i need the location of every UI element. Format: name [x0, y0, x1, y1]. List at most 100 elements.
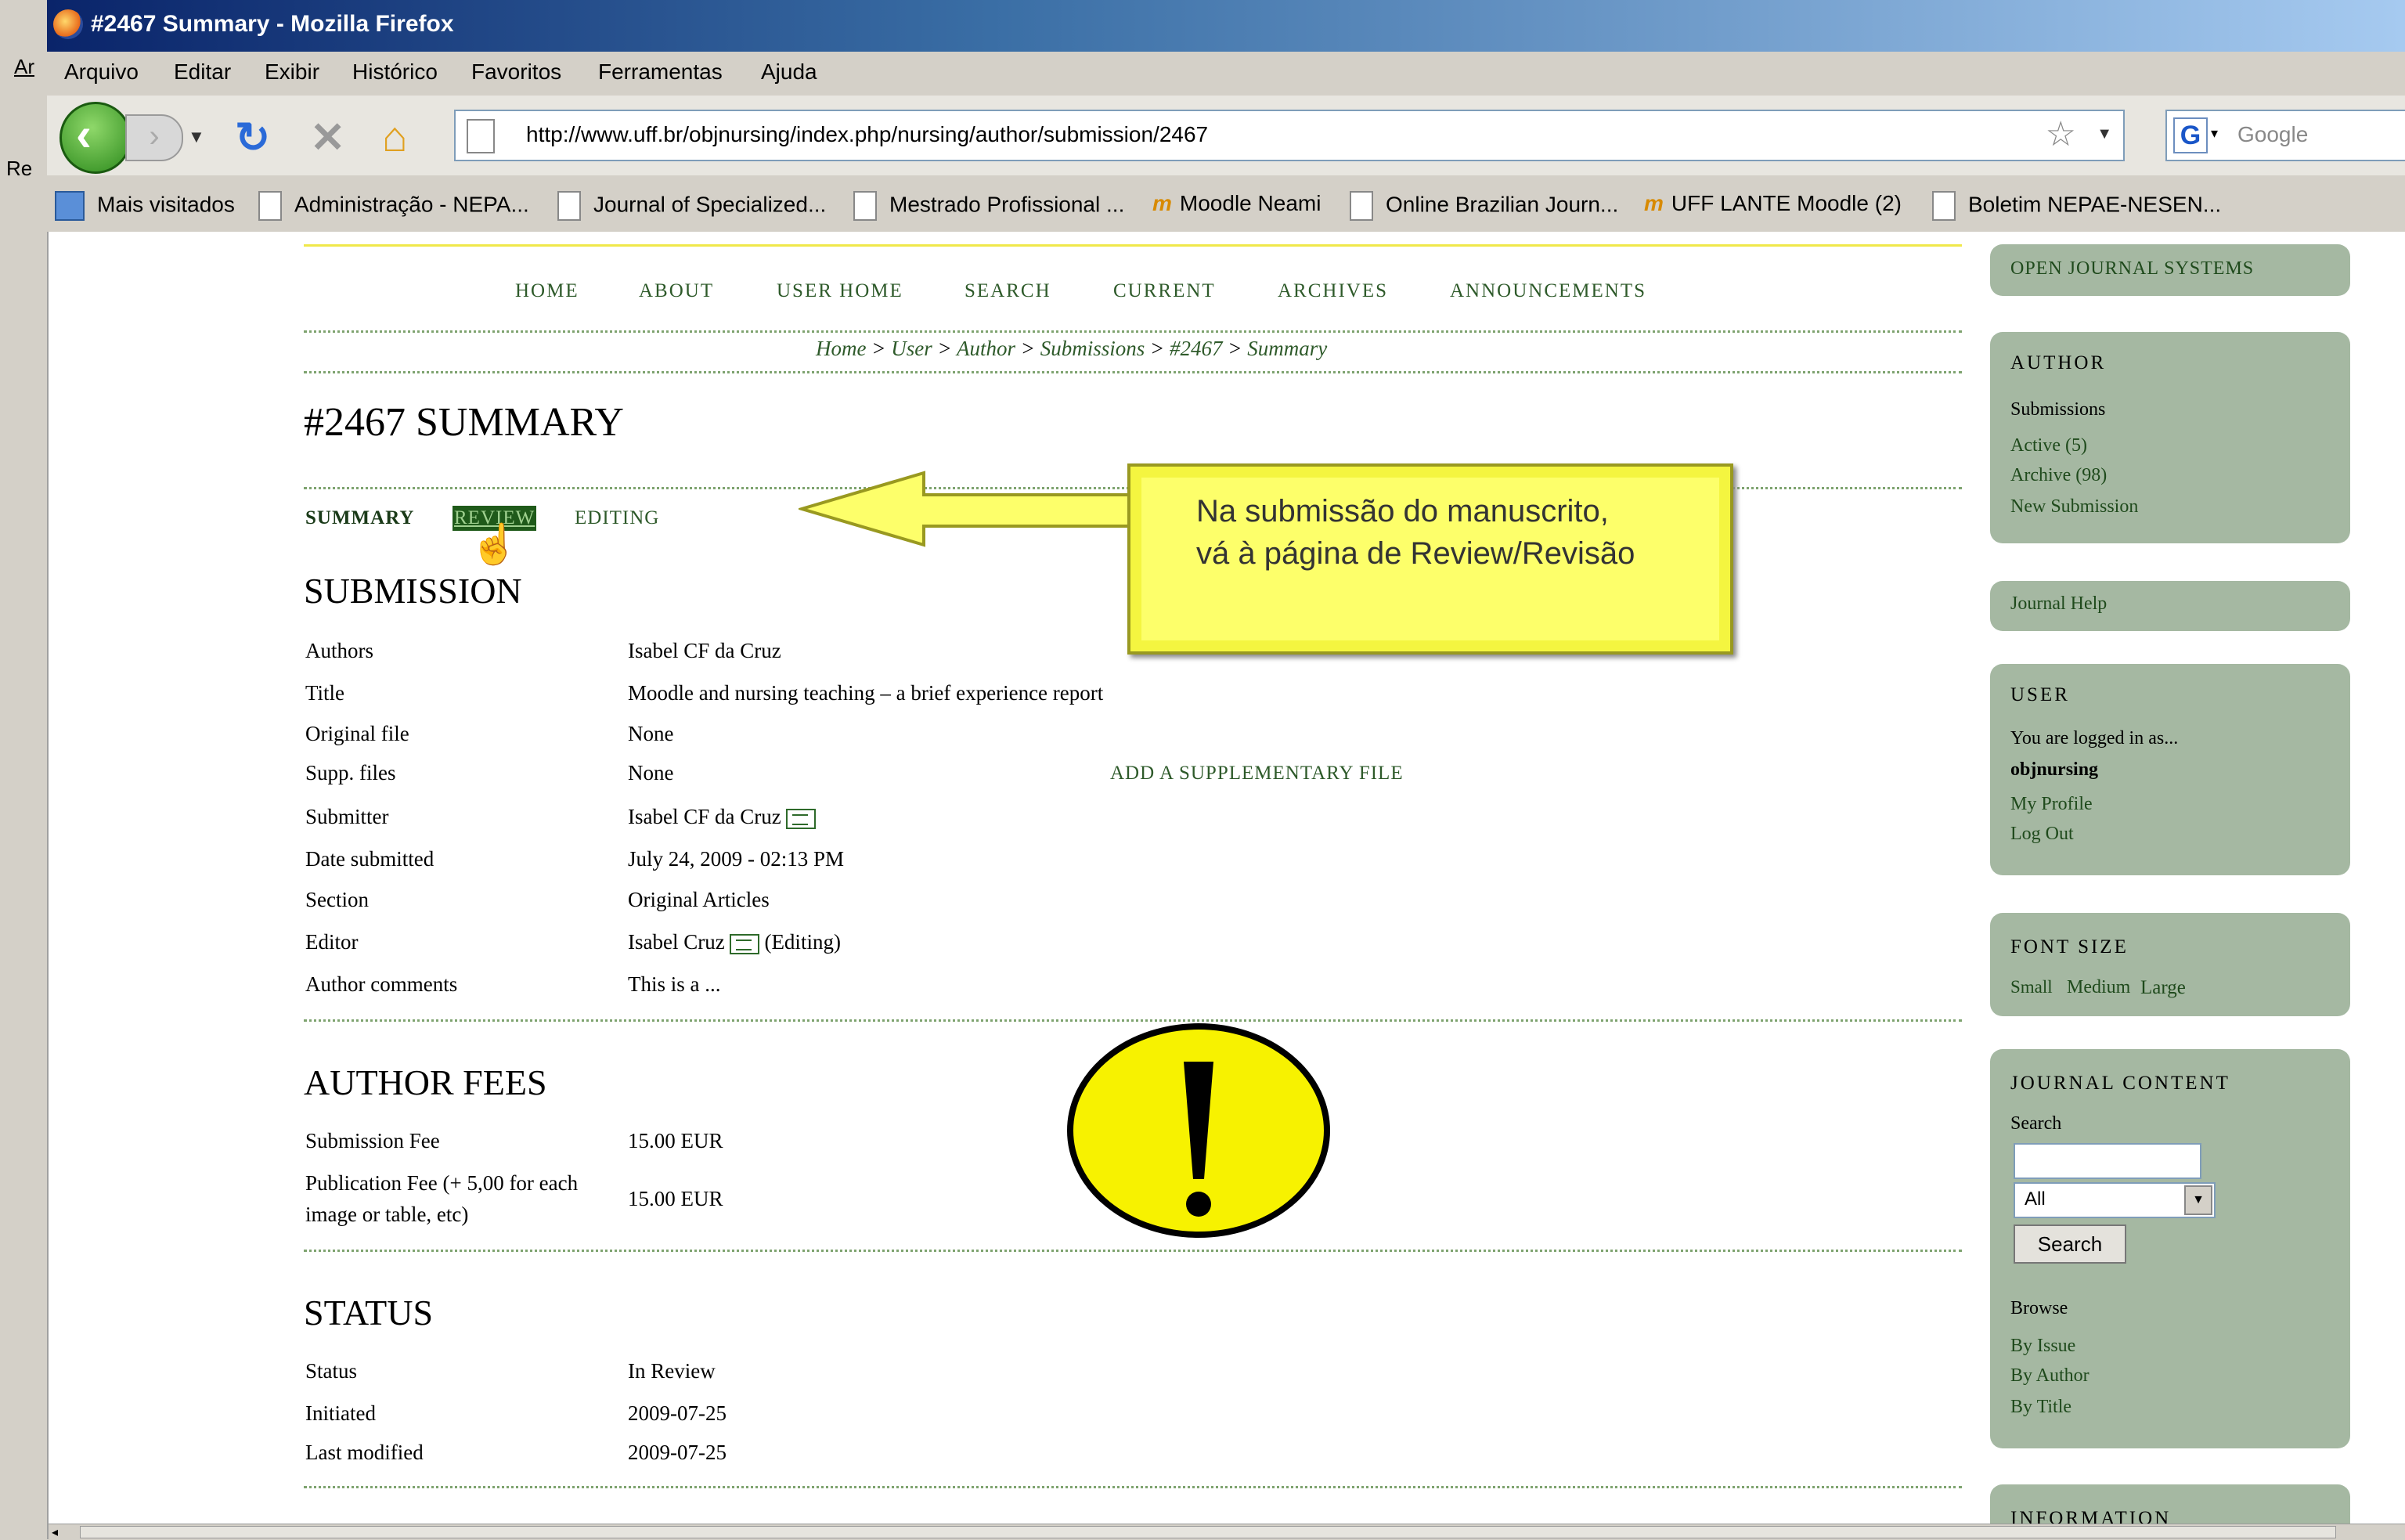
horizontal-scrollbar[interactable]: ◂	[49, 1524, 2405, 1540]
callout-arrow	[799, 471, 1143, 547]
my-profile-link[interactable]: My Profile	[2010, 794, 2093, 815]
menu-favoritos[interactable]: Favoritos	[471, 60, 561, 85]
breadcrumb-home[interactable]: Home	[816, 337, 866, 360]
breadcrumb-id[interactable]: #2467	[1170, 337, 1223, 360]
browse-by-title-link[interactable]: By Title	[2010, 1397, 2071, 1418]
section-heading: SUBMISSION	[304, 571, 522, 611]
browse-by-issue-link[interactable]: By Issue	[2010, 1336, 2075, 1357]
active-submissions-link[interactable]: Active (5)	[2010, 435, 2087, 456]
bookmark-item[interactable]: m Moodle Neami	[1152, 191, 1321, 216]
stop-icon[interactable]: ✕	[310, 113, 345, 162]
menu-arquivo[interactable]: Arquivo	[64, 60, 139, 85]
bookmark-star-icon[interactable]: ☆	[2046, 114, 2076, 154]
archive-submissions-link[interactable]: Archive (98)	[2010, 465, 2107, 486]
bookmarks-toolbar: Mais visitados Administração - NEPA... J…	[47, 175, 2405, 233]
history-dropdown-icon[interactable]: ▼	[188, 127, 205, 147]
url-dropdown-icon[interactable]: ▼	[2097, 125, 2112, 143]
bookmark-item[interactable]: Boletim NEPAE-NESEN...	[1932, 191, 2221, 221]
divider	[304, 1486, 1962, 1488]
nav-announcements-link[interactable]: ANNOUNCEMENTS	[1450, 280, 1646, 302]
new-submission-link[interactable]: New Submission	[2010, 496, 2138, 518]
search-scope-select[interactable]: All ▼	[2014, 1182, 2216, 1218]
menu-editar[interactable]: Editar	[174, 60, 231, 85]
email-icon[interactable]	[729, 933, 759, 954]
search-bar[interactable]: G ▾ Google	[2165, 110, 2405, 161]
font-medium-link[interactable]: Medium	[2067, 977, 2130, 998]
reload-icon[interactable]: ↻	[235, 113, 270, 162]
callout-line: vá à página de Review/Revisão	[1196, 536, 1635, 571]
breadcrumb-separator: >	[1020, 337, 1035, 360]
nav-archives-link[interactable]: ARCHIVES	[1278, 280, 1388, 302]
sidebar-block-title: FONT SIZE	[2010, 936, 2129, 958]
engine-dropdown-icon[interactable]: ▾	[2211, 125, 2218, 142]
hand-cursor-icon: ☝	[470, 522, 519, 566]
sidebar-help-block: Journal Help	[1990, 581, 2350, 631]
breadcrumb-submissions[interactable]: Submissions	[1040, 337, 1145, 360]
browse-by-author-link[interactable]: By Author	[2010, 1365, 2090, 1387]
nav-search-link[interactable]: SEARCH	[965, 280, 1051, 302]
nav-user-home-link[interactable]: USER HOME	[777, 280, 903, 302]
scrollbar-thumb[interactable]	[80, 1526, 2336, 1538]
field-label: Original file	[305, 722, 409, 745]
field-value: July 24, 2009 - 02:13 PM	[628, 847, 845, 871]
breadcrumb-author[interactable]: Author	[957, 337, 1015, 360]
menu-historico[interactable]: Histórico	[352, 60, 438, 85]
breadcrumb: Home > User > Author > Submissions > #24…	[816, 337, 1327, 361]
nav-about-link[interactable]: ABOUT	[639, 280, 714, 302]
submitter-name: Isabel CF da Cruz	[628, 805, 781, 828]
email-icon[interactable]	[785, 808, 816, 829]
bookmark-item[interactable]: Administração - NEPA...	[258, 191, 529, 221]
bookmark-item[interactable]: Journal of Specialized...	[557, 191, 826, 221]
address-bar[interactable]: http://www.uff.br/objnursing/index.php/n…	[454, 110, 2125, 161]
chevron-down-icon[interactable]: ▼	[2184, 1185, 2212, 1215]
breadcrumb-separator: >	[937, 337, 952, 360]
scroll-left-arrow-icon[interactable]: ◂	[52, 1524, 58, 1540]
bookmark-item[interactable]: m UFF LANTE Moodle (2)	[1644, 191, 1902, 216]
journal-search-button[interactable]: Search	[2014, 1224, 2126, 1264]
bookmark-item[interactable]: Mais visitados	[55, 191, 235, 221]
navigation-toolbar: ‹ › ▼ ↻ ✕ ⌂ http://www.uff.br/objnursing…	[47, 96, 2405, 176]
field-label: Submitter	[305, 805, 389, 828]
nav-home-link[interactable]: HOME	[515, 280, 579, 302]
google-engine-icon[interactable]: G	[2173, 117, 2208, 153]
font-small-link[interactable]: Small	[2010, 977, 2053, 997]
log-out-link[interactable]: Log Out	[2010, 824, 2074, 845]
field-label: Initiated	[305, 1401, 376, 1425]
username: objnursing	[2010, 759, 2099, 780]
field-label: Author comments	[305, 972, 458, 996]
exclamation-warning-icon	[1067, 1023, 1330, 1238]
forward-button[interactable]: ›	[125, 114, 183, 161]
breadcrumb-user[interactable]: User	[891, 337, 932, 360]
background-window-strip: Ar Re	[0, 0, 49, 1539]
field-value: Original Articles	[628, 888, 770, 911]
tab-summary[interactable]: SUMMARY	[305, 507, 414, 529]
background-window-label: Re	[6, 157, 33, 180]
breadcrumb-current[interactable]: Summary	[1247, 337, 1327, 360]
bookmark-item[interactable]: Mestrado Profissional ...	[853, 191, 1124, 221]
journal-help-link[interactable]: Journal Help	[2010, 593, 2107, 615]
menu-exibir[interactable]: Exibir	[265, 60, 319, 85]
menu-ferramentas[interactable]: Ferramentas	[598, 60, 723, 85]
bookmark-item[interactable]: Online Brazilian Journ...	[1350, 191, 1618, 221]
browse-label: Browse	[2010, 1298, 2068, 1318]
add-supplementary-file-link[interactable]: ADD A SUPPLEMENTARY FILE	[1110, 763, 1404, 784]
page-icon	[557, 191, 581, 221]
nav-current-link[interactable]: CURRENT	[1113, 280, 1216, 302]
font-large-link[interactable]: Large	[2140, 977, 2186, 999]
smart-folder-icon	[55, 191, 85, 221]
field-value: None	[628, 761, 674, 784]
divider	[304, 1019, 1962, 1022]
menu-ajuda[interactable]: Ajuda	[761, 60, 817, 85]
field-label: Authors	[305, 639, 373, 662]
sidebar-user-block: USER You are logged in as... objnursing …	[1990, 664, 2350, 875]
back-button[interactable]: ‹	[59, 102, 132, 174]
open-journal-systems-link[interactable]: OPEN JOURNAL SYSTEMS	[2010, 258, 2254, 280]
breadcrumb-separator: >	[1228, 337, 1242, 360]
search-placeholder: Google	[2237, 122, 2309, 146]
divider	[304, 371, 1962, 373]
tab-editing[interactable]: EDITING	[575, 507, 659, 529]
window-title-bar[interactable]: #2467 Summary - Mozilla Firefox	[47, 0, 2405, 52]
journal-search-input[interactable]	[2014, 1143, 2201, 1179]
back-arrow-icon: ‹	[76, 108, 92, 160]
home-icon[interactable]: ⌂	[382, 113, 408, 161]
